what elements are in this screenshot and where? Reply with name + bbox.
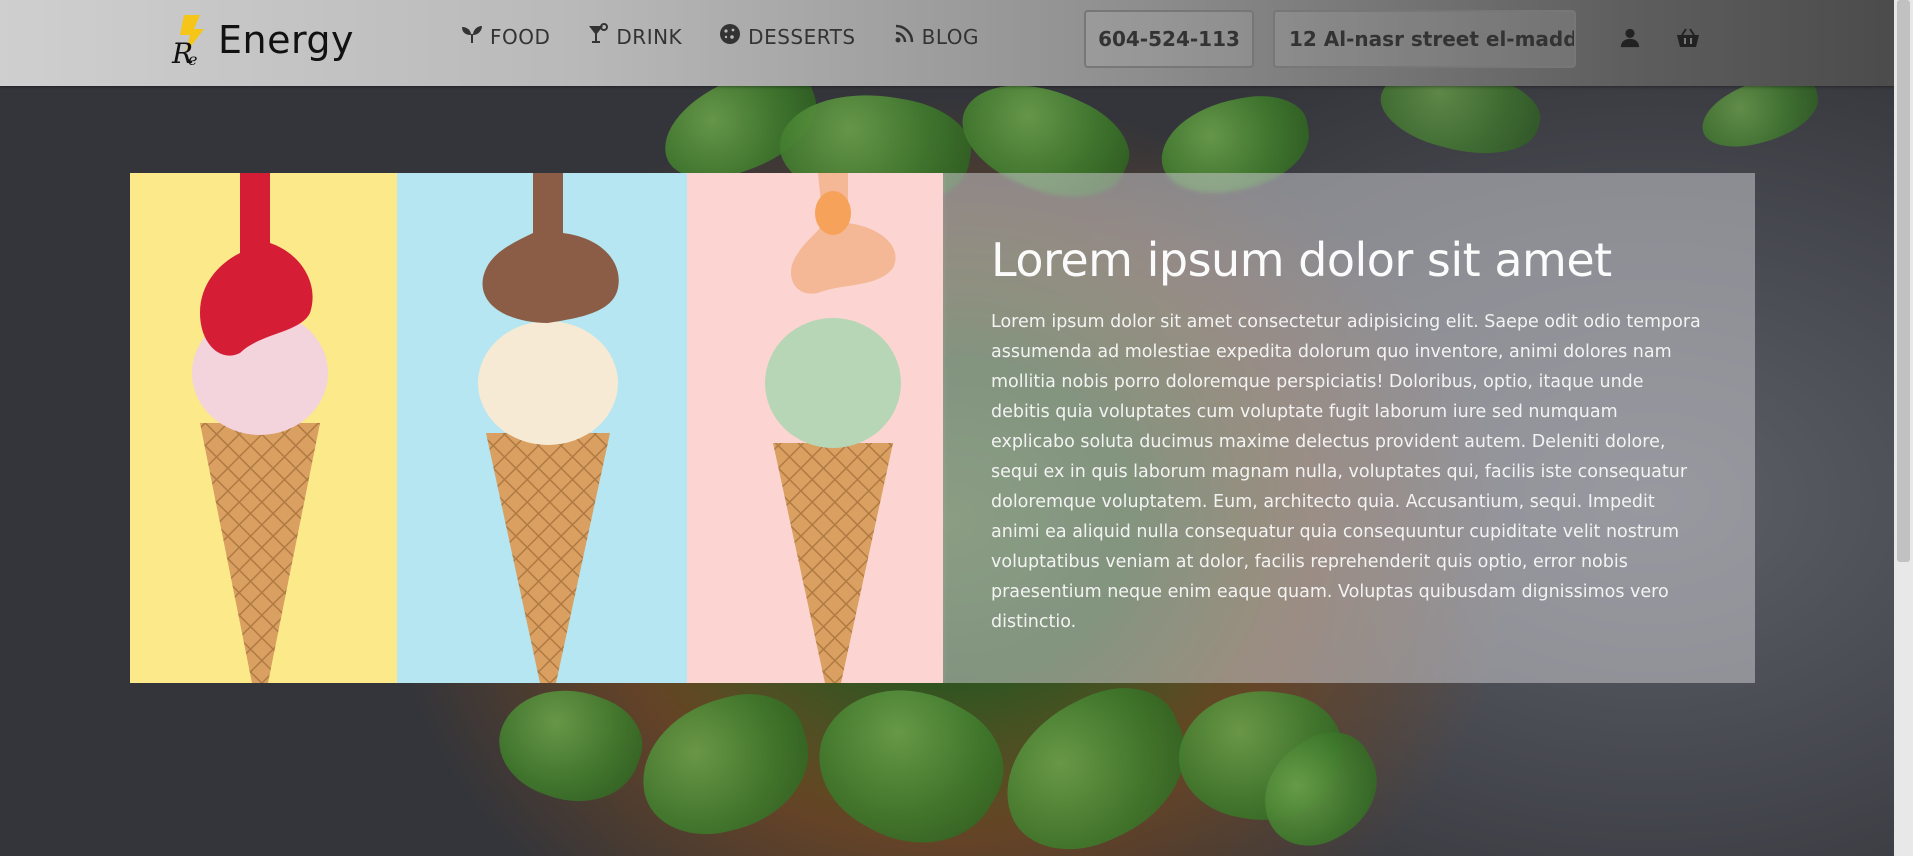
background-leaf — [626, 680, 824, 850]
nav-item-label: FOOD — [490, 24, 551, 49]
logo-icon: R e — [170, 13, 210, 70]
nav-item-blog[interactable]: BLOG — [892, 22, 979, 51]
nav-item-label: BLOG — [921, 24, 979, 49]
background-leaf — [794, 655, 1026, 856]
seedling-icon — [460, 22, 484, 51]
basket-icon[interactable] — [1674, 24, 1702, 52]
top-navbar: R e Energy FOOD DRINK DESSERTS BLOG 604-… — [0, 0, 1913, 86]
cookie-icon — [718, 22, 742, 51]
hero-text-panel: Lorem ipsum dolor sit amet Lorem ipsum d… — [943, 173, 1755, 683]
phone-button[interactable]: 604-524-113 — [1084, 10, 1254, 68]
ice-cream-image — [130, 173, 943, 683]
user-icon[interactable] — [1616, 24, 1644, 52]
nav-item-desserts[interactable]: DESSERTS — [718, 22, 855, 51]
nav-item-food[interactable]: FOOD — [460, 22, 550, 51]
svg-text:e: e — [188, 50, 197, 67]
nav-item-label: DESSERTS — [748, 24, 856, 49]
ice-cream-cone — [478, 173, 619, 683]
page-scrollbar[interactable] — [1894, 0, 1913, 856]
background-leaf — [485, 669, 655, 821]
ice-cream-cone — [192, 173, 328, 683]
background-leaf — [979, 666, 1211, 856]
address-button[interactable]: 12 Al-nasr street el-maddi — [1273, 10, 1576, 68]
brand[interactable]: R e Energy — [170, 12, 355, 70]
rss-icon — [892, 22, 916, 51]
cocktail-icon — [586, 22, 610, 51]
brand-name: Energy — [218, 18, 355, 62]
scrollbar-thumb[interactable] — [1897, 0, 1910, 562]
hero-title: Lorem ipsum dolor sit amet — [991, 233, 1612, 287]
page-background: R e Energy FOOD DRINK DESSERTS BLOG 604-… — [0, 0, 1913, 856]
ice-cream-cone — [765, 173, 901, 683]
nav-item-drink[interactable]: DRINK — [586, 22, 682, 51]
hero-card: Lorem ipsum dolor sit amet Lorem ipsum d… — [130, 173, 1755, 683]
nav-item-label: DRINK — [616, 24, 683, 49]
main-nav: FOOD DRINK DESSERTS BLOG — [460, 22, 979, 51]
hero-body: Lorem ipsum dolor sit amet consectetur a… — [991, 312, 1701, 632]
